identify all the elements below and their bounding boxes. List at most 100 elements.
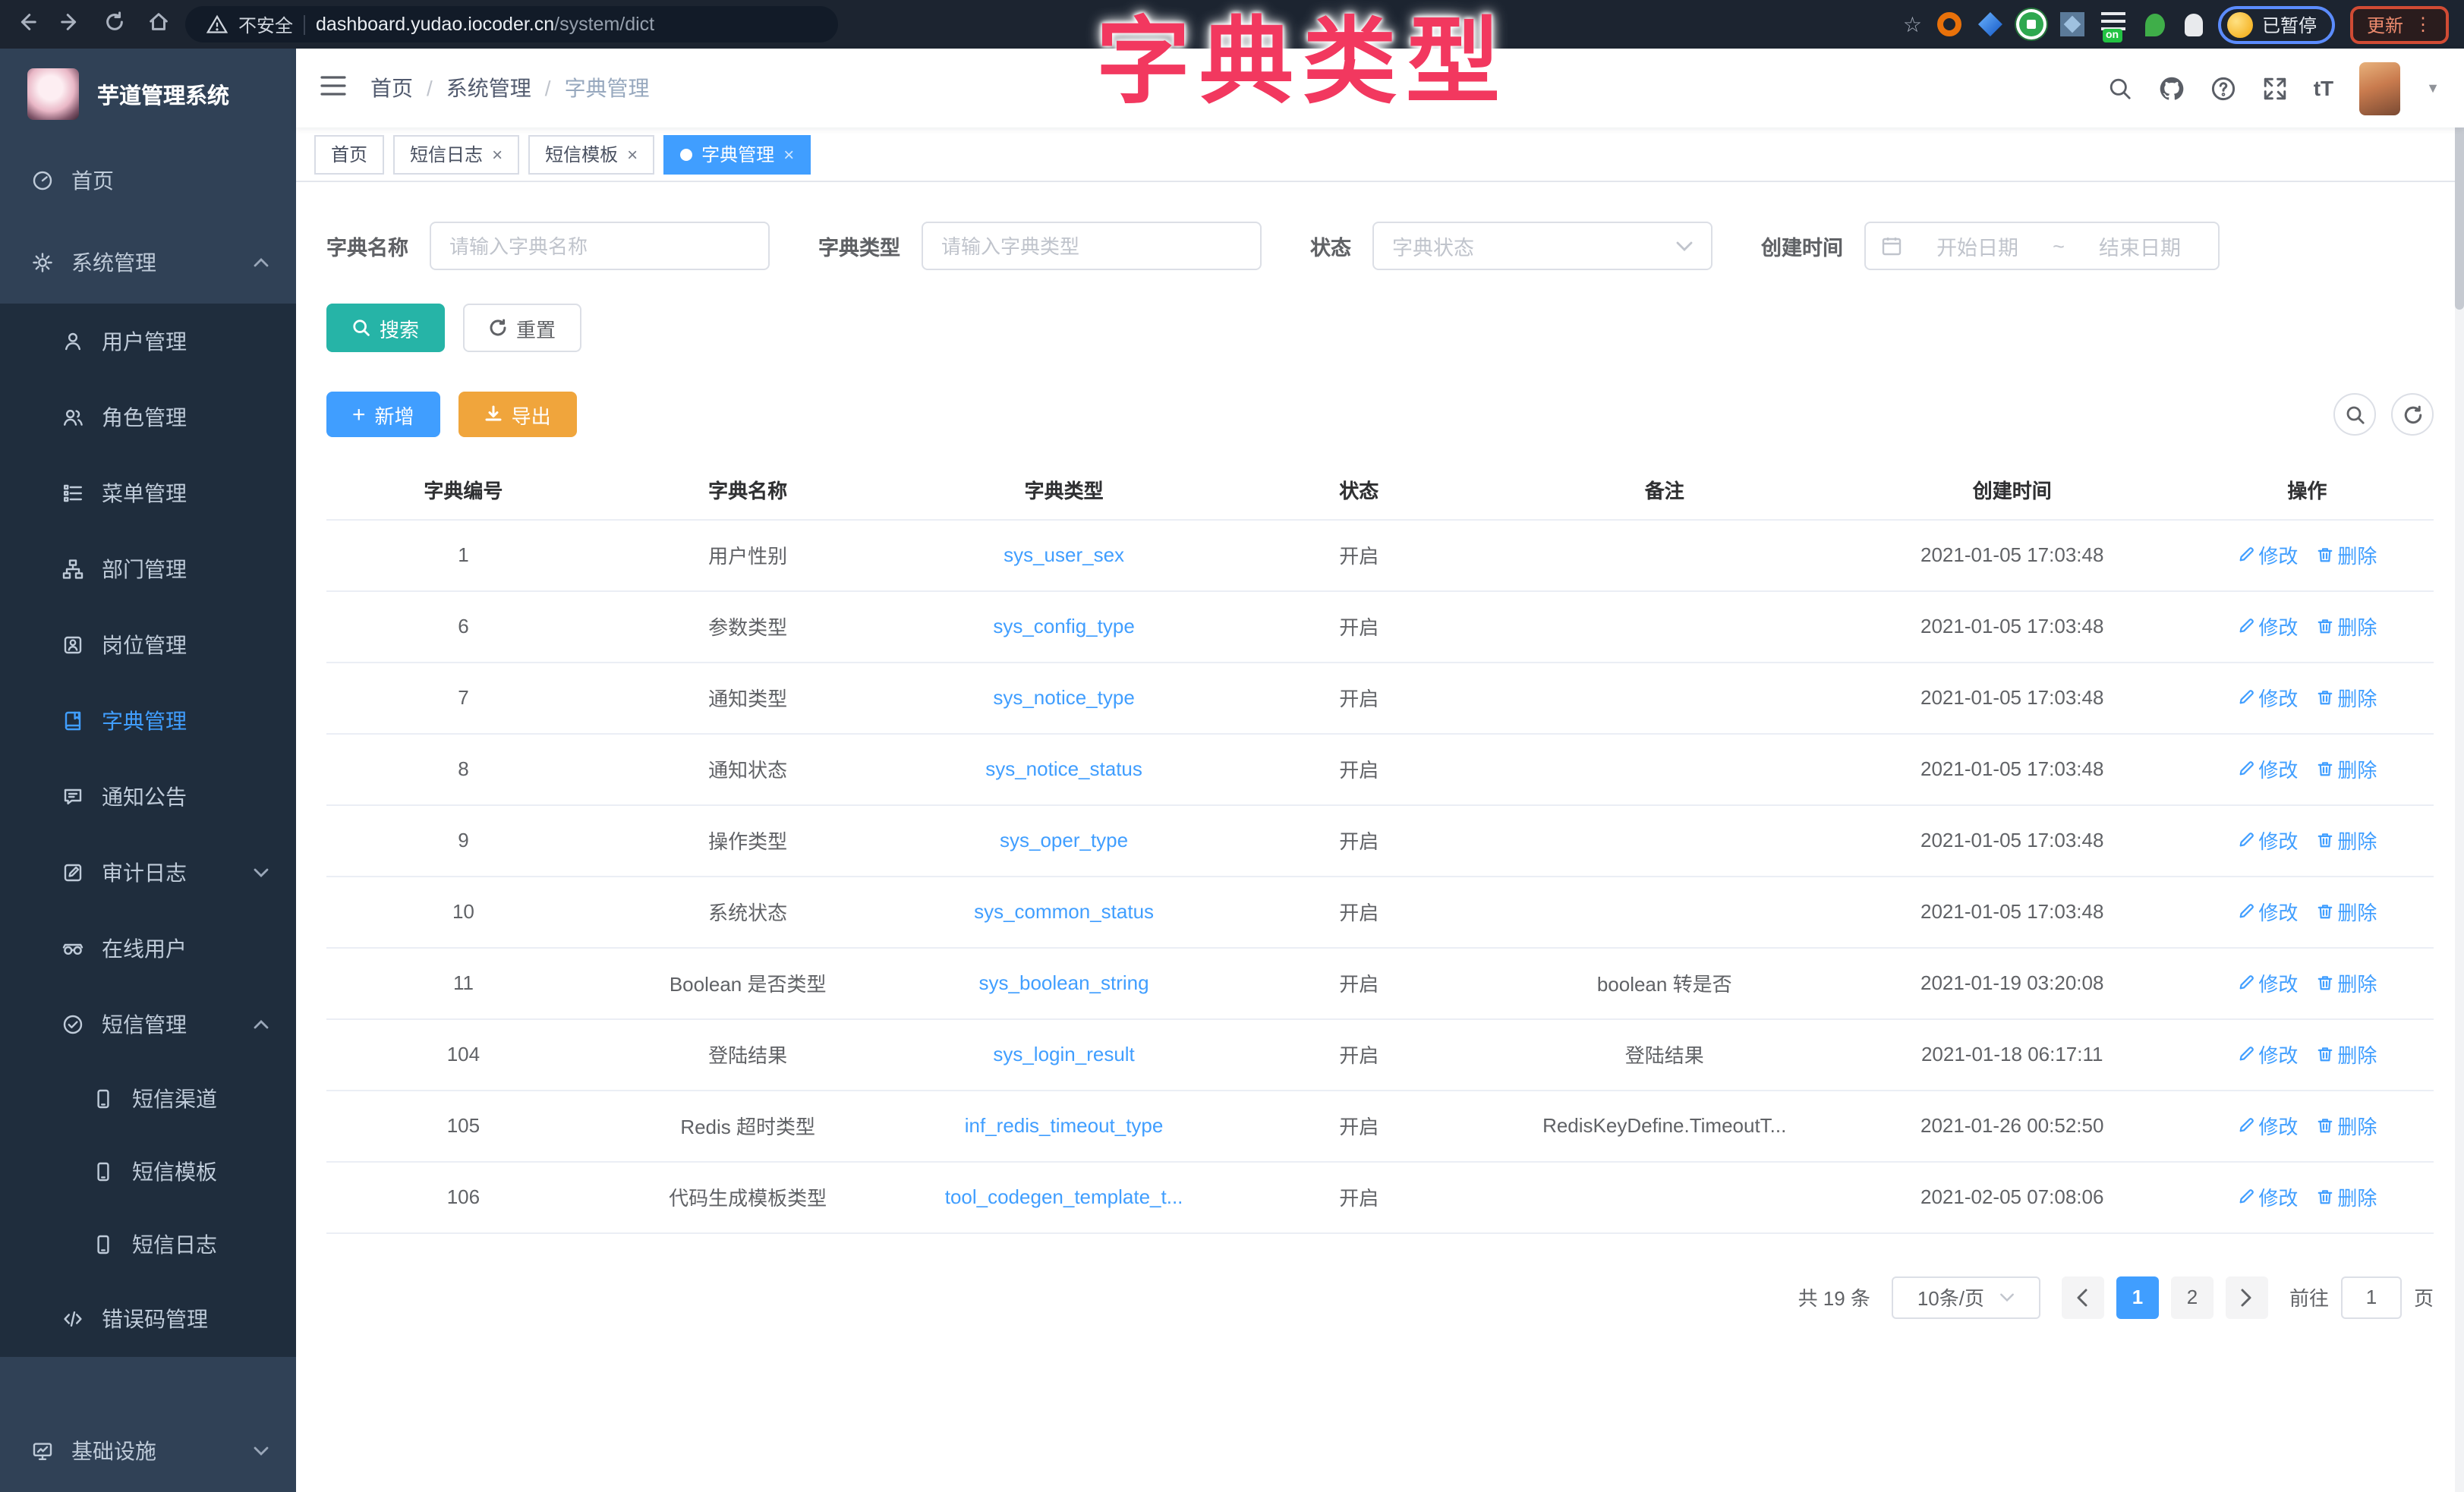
search-icon[interactable]	[2107, 75, 2133, 101]
edit-link[interactable]: 修改	[2237, 1111, 2298, 1140]
dict-type-link[interactable]: sys_oper_type	[1000, 829, 1128, 851]
hamburger-icon[interactable]	[320, 74, 346, 102]
next-page-button[interactable]	[2226, 1276, 2268, 1318]
font-size-icon[interactable]: tT	[2314, 76, 2333, 100]
sidebar-item-基础设施[interactable]: 基础设施	[0, 1409, 296, 1492]
dict-type-link[interactable]: tool_codegen_template_t...	[945, 1185, 1183, 1208]
delete-link[interactable]: 删除	[2316, 897, 2377, 926]
dict-type-input[interactable]	[922, 222, 1262, 270]
delete-link[interactable]: 删除	[2316, 1111, 2377, 1140]
tab-字典管理[interactable]: 字典管理×	[663, 134, 811, 174]
close-icon[interactable]: ×	[492, 143, 503, 165]
export-button[interactable]: 导出	[458, 392, 577, 437]
chevron-down-icon	[1999, 1292, 2015, 1302]
sidebar-item-角色管理[interactable]: 角色管理	[0, 379, 296, 455]
breadcrumb-item[interactable]: 首页	[370, 73, 413, 103]
reset-button[interactable]: 重置	[463, 304, 581, 352]
sidebar-item-系统管理[interactable]: 系统管理	[0, 222, 296, 304]
date-range-picker[interactable]: 开始日期 ~ 结束日期	[1864, 222, 2220, 270]
search-button[interactable]: 搜索	[326, 304, 445, 352]
plant-extension-icon[interactable]	[2145, 13, 2165, 36]
sidebar-item-短信管理[interactable]: 短信管理	[0, 987, 296, 1062]
sidebar-item-短信渠道[interactable]: 短信渠道	[0, 1062, 296, 1135]
tab-短信日志[interactable]: 短信日志×	[393, 134, 519, 174]
page-button-2[interactable]: 2	[2171, 1276, 2214, 1318]
delete-link[interactable]: 删除	[2316, 1182, 2377, 1211]
prev-page-button[interactable]	[2062, 1276, 2104, 1318]
add-button[interactable]: + 新增	[326, 392, 440, 437]
dict-type-link[interactable]: sys_config_type	[993, 615, 1134, 637]
browser-update-button[interactable]: 更新 ⋮	[2350, 5, 2449, 43]
chevron-down-icon[interactable]: ▼	[2426, 80, 2440, 96]
dict-type-link[interactable]: sys_common_status	[974, 900, 1154, 923]
edit-link[interactable]: 修改	[2237, 1182, 2298, 1211]
reload-icon[interactable]	[103, 11, 126, 38]
edit-link[interactable]: 修改	[2237, 1040, 2298, 1069]
page-scrollbar[interactable]	[2455, 49, 2464, 1492]
sidebar-item-错误码管理[interactable]: 错误码管理	[0, 1281, 296, 1357]
delete-link[interactable]: 删除	[2316, 540, 2377, 569]
dict-type-link[interactable]: sys_user_sex	[1004, 543, 1124, 566]
tab-短信模板[interactable]: 短信模板×	[528, 134, 654, 174]
delete-link[interactable]: 删除	[2316, 754, 2377, 783]
app-logo-row[interactable]: 芋道管理系统	[0, 49, 296, 140]
delete-link[interactable]: 删除	[2316, 968, 2377, 997]
cube-extension-icon[interactable]	[2060, 12, 2084, 36]
goto-page-input[interactable]	[2341, 1276, 2402, 1318]
sidebar-item-字典管理[interactable]: 字典管理	[0, 683, 296, 759]
sidebar-item-菜单管理[interactable]: 菜单管理	[0, 455, 296, 531]
edit-link[interactable]: 修改	[2237, 754, 2298, 783]
dict-name-input[interactable]	[430, 222, 770, 270]
tab-首页[interactable]: 首页	[314, 134, 384, 174]
sidebar-item-首页[interactable]: 首页	[0, 140, 296, 222]
url-bar[interactable]: 不安全 dashboard.yudao.iocoder.cn/system/di…	[185, 6, 838, 42]
sidebar-item-短信模板[interactable]: 短信模板	[0, 1135, 296, 1208]
bookmark-star-icon[interactable]: ☆	[1903, 14, 1922, 35]
sidebar-item-用户管理[interactable]: 用户管理	[0, 304, 296, 379]
cell-create-time: 2021-01-05 17:03:48	[1844, 519, 2181, 590]
breadcrumb-item[interactable]: 系统管理	[446, 73, 531, 103]
delete-link[interactable]: 删除	[2316, 826, 2377, 855]
edit-link[interactable]: 修改	[2237, 683, 2298, 712]
ghost-extension-icon[interactable]	[2185, 13, 2203, 36]
close-icon[interactable]: ×	[627, 143, 638, 165]
edit-link[interactable]: 修改	[2237, 612, 2298, 641]
sidebar-item-部门管理[interactable]: 部门管理	[0, 531, 296, 607]
github-icon[interactable]	[2159, 75, 2185, 101]
blue-gem-extension-icon[interactable]	[1978, 12, 2002, 36]
green-circle-extension-icon[interactable]	[2019, 12, 2043, 36]
status-select[interactable]: 字典状态	[1372, 222, 1713, 270]
edit-link[interactable]: 修改	[2237, 826, 2298, 855]
dict-type-link[interactable]: sys_login_result	[993, 1043, 1134, 1065]
show-search-toggle-button[interactable]	[2333, 393, 2376, 436]
fullscreen-icon[interactable]	[2262, 75, 2288, 101]
dict-type-link[interactable]: sys_boolean_string	[979, 971, 1149, 994]
edit-link[interactable]: 修改	[2237, 540, 2298, 569]
delete-link[interactable]: 删除	[2316, 1040, 2377, 1069]
menu-dots-icon[interactable]: ⋮	[2414, 14, 2432, 35]
sidebar-item-短信日志[interactable]: 短信日志	[0, 1208, 296, 1281]
delete-link[interactable]: 删除	[2316, 683, 2377, 712]
help-icon[interactable]	[2210, 75, 2236, 101]
dict-type-link[interactable]: sys_notice_status	[985, 757, 1142, 780]
profile-paused-badge[interactable]: 已暂停	[2218, 5, 2335, 43]
sidebar-item-审计日志[interactable]: 审计日志	[0, 835, 296, 911]
delete-link[interactable]: 删除	[2316, 612, 2377, 641]
back-icon[interactable]	[15, 11, 38, 38]
user-avatar[interactable]	[2359, 61, 2400, 115]
list-extension-icon[interactable]: on	[2101, 12, 2125, 30]
home-icon[interactable]	[147, 11, 170, 38]
dict-type-link[interactable]: sys_notice_type	[993, 686, 1134, 709]
sidebar-item-岗位管理[interactable]: 岗位管理	[0, 607, 296, 683]
refresh-table-button[interactable]	[2391, 393, 2434, 436]
close-icon[interactable]: ×	[783, 143, 794, 165]
sidebar-item-在线用户[interactable]: 在线用户	[0, 911, 296, 987]
page-button-1[interactable]: 1	[2116, 1276, 2159, 1318]
forward-icon[interactable]	[59, 11, 82, 38]
dict-type-link[interactable]: inf_redis_timeout_type	[965, 1114, 1164, 1137]
sidebar-item-通知公告[interactable]: 通知公告	[0, 759, 296, 835]
edit-link[interactable]: 修改	[2237, 897, 2298, 926]
edit-link[interactable]: 修改	[2237, 968, 2298, 997]
orange-donut-extension-icon[interactable]	[1937, 12, 1961, 36]
page-size-select[interactable]: 10条/页	[1892, 1276, 2040, 1318]
